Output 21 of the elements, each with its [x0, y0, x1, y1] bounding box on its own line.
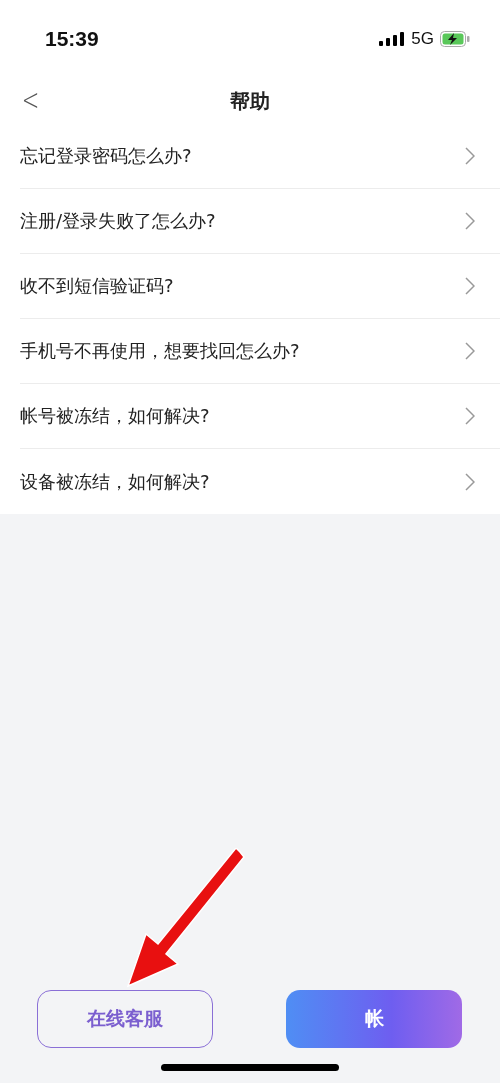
- page-title: 帮助: [230, 87, 270, 115]
- status-time: 15:39: [45, 27, 99, 51]
- battery-icon: [440, 31, 470, 47]
- help-item[interactable]: 注册/登录失败了怎么办?: [20, 189, 500, 254]
- account-button[interactable]: 帐: [286, 990, 462, 1048]
- back-button[interactable]: <: [18, 82, 43, 117]
- help-item[interactable]: 设备被冻结，如何解决?: [20, 449, 500, 514]
- customer-service-button[interactable]: 在线客服: [37, 990, 213, 1048]
- arrow-icon: [126, 848, 246, 988]
- help-item[interactable]: 忘记登录密码怎么办?: [20, 124, 500, 189]
- help-item[interactable]: 手机号不再使用，想要找回怎么办?: [20, 319, 500, 384]
- signal-icon: [379, 32, 406, 46]
- chevron-icon: [465, 472, 475, 491]
- chevron-icon: [465, 277, 475, 295]
- chevron-icon: [465, 407, 475, 425]
- chevron-icon: [465, 342, 475, 360]
- chevron-icon: [465, 147, 475, 165]
- network-label: 5G: [411, 29, 434, 49]
- help-item[interactable]: 收不到短信验证码?: [20, 254, 500, 319]
- chevron-icon: [465, 212, 475, 230]
- help-item[interactable]: 帐号被冻结，如何解决?: [20, 384, 500, 449]
